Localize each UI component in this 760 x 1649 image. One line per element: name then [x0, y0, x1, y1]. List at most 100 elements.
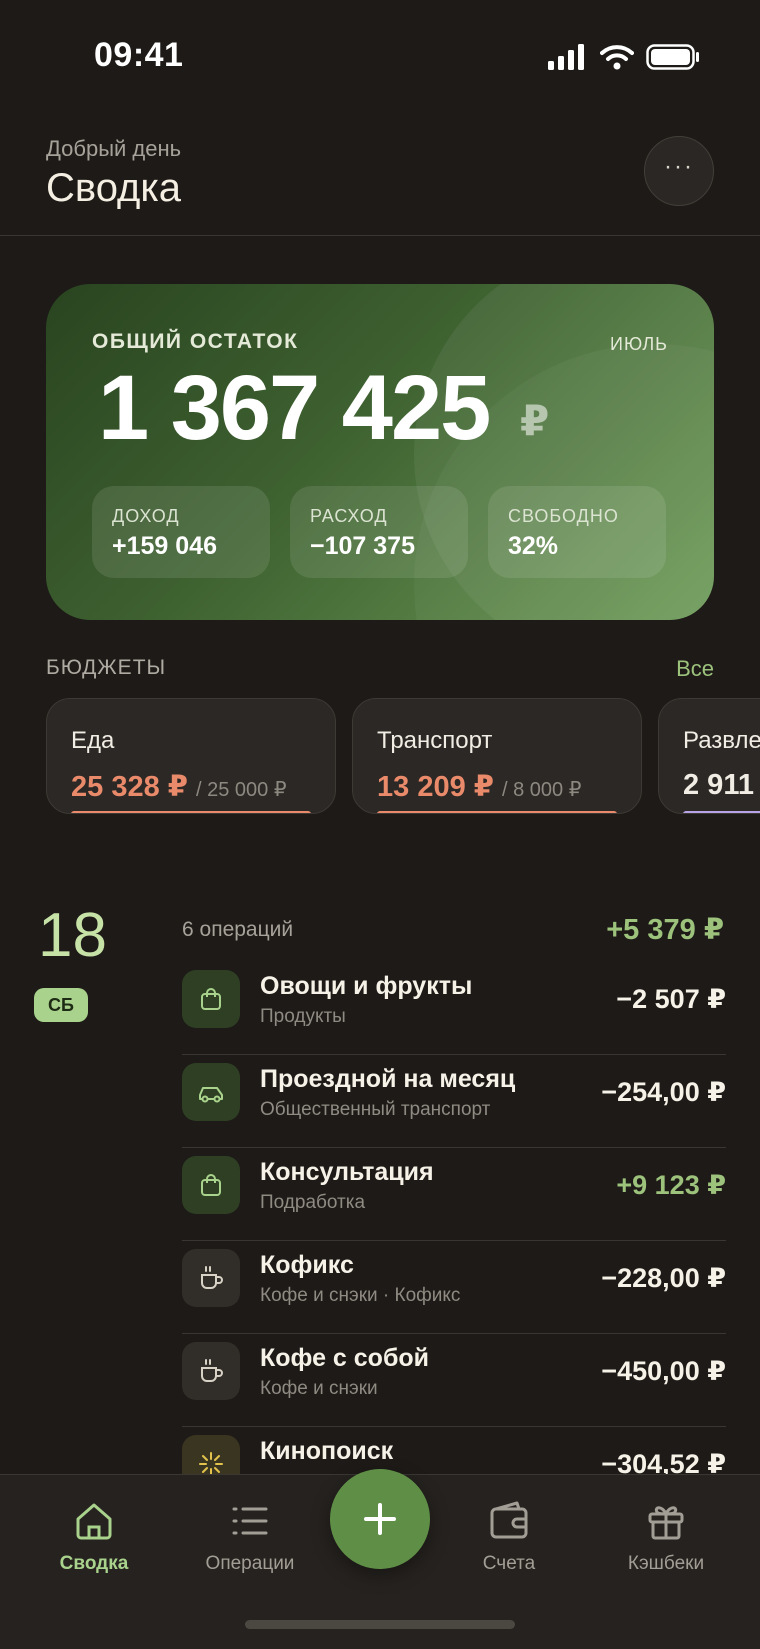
stat-income: ДОХОД +159 046: [92, 486, 270, 578]
budget-name: Транспорт: [377, 727, 493, 754]
transaction-title: Консультация: [260, 1158, 434, 1186]
header: Добрый день Сводка ···: [0, 126, 760, 236]
balance-amount: 1 367 425: [98, 357, 491, 459]
budgets-carousel[interactable]: Еда 25 328 ₽ / 25 000 ₽ Транспорт 13 209…: [46, 698, 760, 816]
budget-spent-value: 25 328 ₽: [71, 771, 188, 803]
coffee-cup-icon: [201, 1266, 223, 1289]
transaction-row[interactable]: Кофикс Кофе и снэки · Кофикс −228,00 ₽: [182, 1241, 726, 1334]
budget-progress-bar: [377, 811, 617, 813]
budget-progress-bar: [683, 811, 760, 813]
status-icons: [548, 44, 700, 70]
stat-value: +159 046: [112, 532, 217, 560]
transaction-icon-box: [182, 1156, 240, 1214]
home-icon: [76, 1503, 112, 1540]
transaction-icon-box: [182, 970, 240, 1028]
status-time: 09:41: [94, 36, 184, 74]
nav-label: Счета: [482, 1553, 536, 1574]
transaction-amount: +9 123 ₽: [616, 1170, 726, 1200]
day-total: +5 379 ₽: [606, 914, 724, 946]
transaction-title: Овощи и фрукты: [260, 972, 473, 1000]
balance-currency: ₽: [520, 397, 550, 444]
transaction-amount: −228,00 ₽: [601, 1263, 726, 1293]
transaction-row[interactable]: Кинопоиск −304,52 ₽: [182, 1427, 726, 1474]
stat-label: РАСХОД: [310, 506, 388, 526]
transaction-icon-box: [182, 1249, 240, 1307]
transaction-row[interactable]: Консультация Подработка +9 123 ₽: [182, 1148, 726, 1241]
nav-item-accounts[interactable]: Счета: [439, 1499, 579, 1599]
month-label: ИЮЛЬ: [610, 334, 668, 354]
coffee-cup-icon: [201, 1359, 223, 1382]
stat-value: −107 375: [310, 532, 415, 560]
budgets-title: БЮДЖЕТЫ: [46, 656, 167, 679]
transaction-icon-box: [182, 1342, 240, 1400]
budget-name: Еда: [71, 727, 115, 754]
wallet-icon: [490, 1501, 528, 1539]
more-button[interactable]: ···: [644, 136, 714, 206]
home-indicator: [245, 1620, 515, 1629]
budgets-all-link[interactable]: Все: [676, 656, 714, 682]
budget-spent: 13 209 ₽ / 8 000 ₽: [377, 769, 581, 804]
nav-item-operations[interactable]: Операции: [180, 1499, 320, 1599]
transaction-title: Кофе с собой: [260, 1344, 430, 1372]
status-bar: 09:41: [0, 0, 760, 110]
day-number: 18: [38, 901, 107, 970]
transaction-title: Кинопоиск: [260, 1437, 394, 1465]
budget-card-food[interactable]: Еда 25 328 ₽ / 25 000 ₽: [46, 698, 336, 814]
transaction-amount: −2 507 ₽: [616, 984, 726, 1014]
greeting: Добрый день: [46, 136, 182, 161]
budget-spent: 25 328 ₽ / 25 000 ₽: [71, 769, 287, 804]
transaction-category: Кофе и снэки: [260, 1378, 378, 1399]
budget-progress-bar: [71, 811, 311, 813]
more-dots-icon: ···: [664, 153, 694, 180]
budget-name: Развле: [683, 727, 760, 754]
battery-icon: [646, 44, 699, 70]
shopping-bag-icon: [201, 988, 221, 1010]
nav-label: Операции: [205, 1553, 295, 1574]
wifi-icon: [600, 45, 634, 70]
plus-icon: [364, 1503, 396, 1535]
stat-free: СВОБОДНО 32%: [488, 486, 666, 578]
transaction-row[interactable]: Проездной на месяц Общественный транспор…: [182, 1055, 726, 1148]
nav-item-cashback[interactable]: Кэшбеки: [596, 1499, 736, 1599]
transaction-row[interactable]: Овощи и фрукты Продукты −2 507 ₽: [182, 962, 726, 1055]
balance-card[interactable]: ОБЩИЙ ОСТАТОК ИЮЛЬ 1 367 425 ₽ ДОХОД +15…: [46, 284, 714, 620]
shopping-bag-icon: [201, 1174, 221, 1196]
transaction-row[interactable]: Кофе с собой Кофе и снэки −450,00 ₽: [182, 1334, 726, 1427]
signal-icon: [548, 44, 584, 70]
stat-expense: РАСХОД −107 375: [290, 486, 468, 578]
transaction-category: Подработка: [260, 1192, 366, 1213]
budget-spent-value: 13 209 ₽: [377, 771, 494, 803]
budget-spent-value: 2 911: [683, 769, 754, 801]
page-title: Сводка: [46, 166, 182, 210]
budget-card-entertainment[interactable]: Развле 2 911: [658, 698, 760, 814]
budget-limit: / 25 000 ₽: [196, 779, 287, 801]
transaction-icon-box: [182, 1063, 240, 1121]
stat-label: СВОБОДНО: [508, 506, 619, 526]
gift-icon: [648, 1506, 684, 1540]
budget-spent: 2 911: [683, 769, 754, 802]
list-icon: [232, 1507, 268, 1535]
balance-label: ОБЩИЙ ОСТАТОК: [92, 330, 299, 353]
add-operation-button[interactable]: [330, 1469, 430, 1569]
budget-card-transport[interactable]: Транспорт 13 209 ₽ / 8 000 ₽: [352, 698, 642, 814]
stat-label: ДОХОД: [112, 506, 180, 526]
transaction-amount: −450,00 ₽: [601, 1356, 726, 1386]
transaction-list[interactable]: Овощи и фрукты Продукты −2 507 ₽ Проездн…: [182, 962, 726, 1474]
nav-item-summary[interactable]: Сводка: [24, 1499, 164, 1599]
transaction-title: Проездной на месяц: [260, 1065, 516, 1093]
transaction-category: Кофе и снэки · Кофикс: [260, 1285, 461, 1306]
stat-value: 32%: [508, 532, 559, 560]
transaction-category: Общественный транспорт: [260, 1099, 491, 1120]
transaction-category: Продукты: [260, 1006, 346, 1027]
budget-limit: / 8 000 ₽: [502, 779, 582, 801]
nav-label: Кэшбеки: [627, 1553, 705, 1574]
operations-count: 6 операций: [182, 918, 294, 941]
transaction-amount: −254,00 ₽: [601, 1077, 726, 1107]
nav-label: Сводка: [59, 1553, 129, 1574]
weekday-badge: СБ: [34, 988, 88, 1022]
transaction-amount: −304,52 ₽: [601, 1449, 726, 1474]
transaction-icon-box: [182, 1435, 240, 1474]
transaction-title: Кофикс: [260, 1251, 354, 1279]
car-icon: [199, 1087, 223, 1103]
sparkle-icon: [199, 1452, 223, 1474]
